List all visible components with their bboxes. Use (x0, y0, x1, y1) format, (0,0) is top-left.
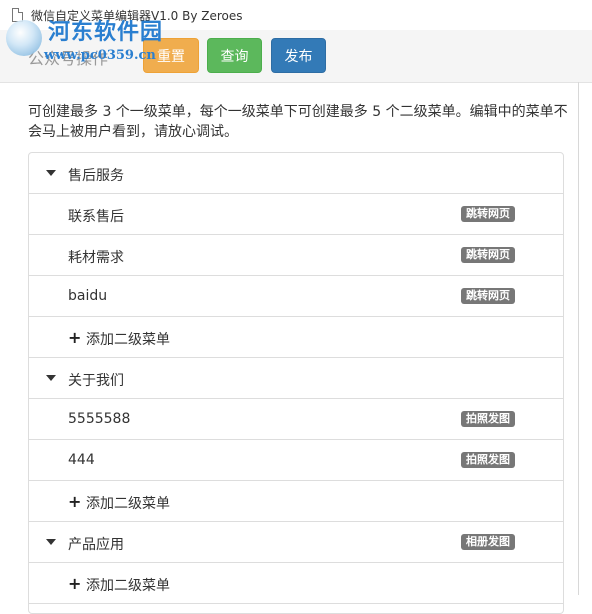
menu-group-row[interactable]: 产品应用 相册发图 (29, 522, 563, 563)
window-title: 微信自定义菜单编辑器V1.0 By Zeroes (31, 9, 243, 23)
help-text: 可创建最多 3 个一级菜单，每个一级菜单下可创建最多 5 个二级菜单。编辑中的菜… (28, 104, 568, 140)
type-badge: 相册发图 (461, 534, 515, 550)
add-submenu-row[interactable]: + 添加二级菜单 (29, 317, 563, 358)
menu-group-label: 产品应用 (68, 537, 124, 553)
submenu-label: 444 (68, 452, 95, 468)
publish-button[interactable]: 发布 (271, 38, 326, 73)
menu-tree: 售后服务 联系售后 跳转网页 耗材需求 跳转网页 baidu 跳转网页 + 添加… (28, 152, 564, 614)
plus-icon: + (68, 492, 82, 511)
submenu-label: baidu (68, 288, 108, 304)
add-submenu-label: 添加二级菜单 (86, 496, 170, 512)
reset-button[interactable]: 重置 (143, 38, 199, 73)
type-badge: 跳转网页 (461, 247, 515, 263)
caret-down-icon[interactable] (46, 539, 56, 545)
submenu-label: 联系售后 (68, 209, 124, 225)
type-badge: 跳转网页 (461, 206, 515, 222)
type-badge: 拍照发图 (461, 452, 515, 468)
toolbar-heading: 公众号操作 (28, 49, 109, 68)
menu-group-label: 关于我们 (68, 373, 124, 389)
add-submenu-row[interactable]: + 添加二级菜单 (29, 563, 563, 604)
type-badge: 跳转网页 (461, 288, 515, 304)
document-icon (12, 8, 23, 22)
plus-icon: + (68, 574, 82, 593)
plus-icon: + (68, 328, 82, 347)
caret-down-icon[interactable] (46, 170, 56, 176)
submenu-label: 5555588 (68, 411, 131, 427)
add-submenu-label: 添加二级菜单 (86, 332, 170, 348)
toolbar: 公众号操作 重置 查询 发布 (0, 30, 592, 83)
submenu-row[interactable]: 联系售后 跳转网页 (29, 194, 563, 235)
window-titlebar: 微信自定义菜单编辑器V1.0 By Zeroes (0, 0, 592, 31)
submenu-row[interactable]: 444 拍照发图 (29, 440, 563, 481)
caret-down-icon[interactable] (46, 375, 56, 381)
submenu-row[interactable]: 5555588 拍照发图 (29, 399, 563, 440)
add-submenu-label: 添加二级菜单 (86, 578, 170, 594)
type-badge: 拍照发图 (461, 411, 515, 427)
menu-group-row[interactable]: 售后服务 (29, 153, 563, 194)
menu-group-label: 售后服务 (68, 168, 124, 184)
menu-group-row[interactable]: 关于我们 (29, 358, 563, 399)
submenu-label: 耗材需求 (68, 250, 124, 266)
query-button[interactable]: 查询 (207, 38, 262, 73)
window-right-border (578, 82, 579, 595)
submenu-row[interactable]: baidu 跳转网页 (29, 276, 563, 317)
add-submenu-row[interactable]: + 添加二级菜单 (29, 481, 563, 522)
submenu-row[interactable]: 耗材需求 跳转网页 (29, 235, 563, 276)
